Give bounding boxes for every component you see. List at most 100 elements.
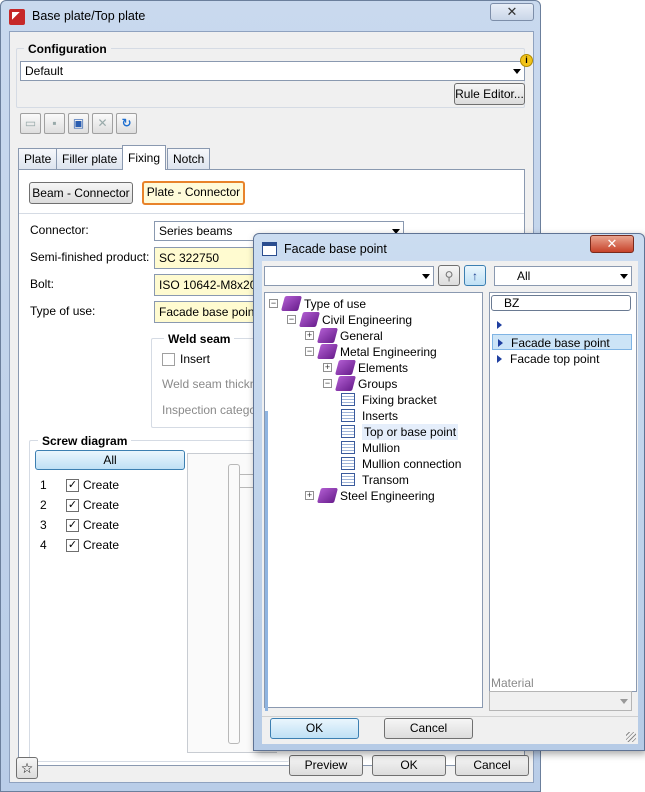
binoculars-icon[interactable]: ⚲ (438, 265, 460, 286)
screw-create-checkbox[interactable]: ✓ (66, 519, 79, 532)
plate-connector-button[interactable]: Plate - Connector (142, 181, 245, 205)
tree-scroll-indicator (265, 411, 268, 711)
ok-button[interactable]: OK (372, 755, 446, 776)
catalog-book-icon (280, 296, 303, 311)
new-config-icon[interactable]: ▭ (20, 113, 41, 134)
catalog-book-icon (334, 360, 357, 375)
screw-create-label: Create (83, 478, 120, 492)
weld-seam-label: Weld seam (164, 332, 235, 346)
tree-node-label: General (340, 329, 383, 343)
dialog-close-button[interactable]: ✕ (590, 235, 634, 253)
weld-insert-checkbox[interactable] (162, 353, 175, 366)
bolt-label: Bolt: (30, 277, 55, 291)
tab-plate[interactable]: Plate (18, 148, 58, 169)
screw-create-checkbox[interactable]: ✓ (66, 499, 79, 512)
filter-value: All (517, 269, 531, 283)
bolt-field[interactable]: ISO 10642-M8x20 (154, 274, 264, 296)
configuration-group-label: Configuration (24, 42, 111, 56)
catalog-book-icon (298, 312, 321, 327)
resize-grip-icon[interactable] (626, 732, 636, 742)
screw-row-number: 1 (40, 478, 47, 492)
table-icon (341, 473, 355, 486)
type-of-use-field[interactable]: Facade base point (154, 301, 264, 323)
screw-create-label: Create (83, 498, 120, 512)
expand-icon[interactable]: + (305, 331, 314, 340)
chevron-down-icon (620, 274, 628, 279)
tree-node-label: Steel Engineering (340, 489, 435, 503)
tree-node-label: Groups (358, 377, 398, 391)
collapse-icon[interactable]: − (287, 315, 296, 324)
table-icon (341, 425, 355, 438)
row-marker-icon (497, 321, 502, 329)
tree-search-combo[interactable] (264, 266, 434, 286)
all-button[interactable]: All (35, 450, 185, 470)
beam-connector-button[interactable]: Beam - Connector (29, 182, 133, 204)
weld-thickness-label: Weld seam thickn (162, 377, 257, 391)
rule-editor-button[interactable]: Rule Editor... (454, 83, 525, 105)
catalog-book-icon (316, 344, 339, 359)
screw-diagram-label: Screw diagram (38, 434, 132, 448)
tree-node-label: Inserts (362, 409, 399, 423)
chevron-down-icon (513, 69, 521, 74)
configuration-select[interactable]: Default (20, 61, 525, 81)
preview-button[interactable]: Preview (289, 755, 363, 776)
cancel-button[interactable]: Cancel (455, 755, 529, 776)
type-of-use-tree[interactable]: − Type of use − Civil Engineering + General − M… (264, 292, 483, 711)
tree-node-label: Type of use (304, 297, 367, 311)
list-item[interactable] (492, 317, 632, 333)
screw-create-label: Create (83, 518, 120, 532)
tab-fixing[interactable]: Fixing (122, 145, 167, 170)
row-marker-icon (497, 355, 502, 363)
list-item[interactable]: Facade base point (492, 334, 632, 350)
tree-node-label: Transom (362, 473, 409, 487)
screw-row-number: 4 (40, 538, 47, 552)
weld-insert-label: Insert (180, 352, 211, 366)
tab-filler-plate[interactable]: Filler plate (56, 148, 124, 169)
screw-create-checkbox[interactable]: ✓ (66, 479, 79, 492)
collapse-icon[interactable]: − (305, 347, 314, 356)
dialog-client-area: ⚲ ↑ All − Type of use − Civil Engineering + G… (262, 261, 638, 744)
chevron-down-icon (422, 274, 430, 279)
tab-notch[interactable]: Notch (167, 148, 211, 169)
list-search-field[interactable]: BZ (491, 295, 631, 311)
info-icon[interactable]: i (520, 54, 533, 67)
save-as-config-icon[interactable]: ▣ (68, 113, 89, 134)
list-item-label: Facade base point (511, 336, 610, 350)
dialog-title: Facade base point (284, 242, 387, 256)
collapse-icon[interactable]: − (323, 379, 332, 388)
material-select[interactable] (489, 691, 632, 711)
bolt-value: ISO 10642-M8x20 (159, 278, 257, 292)
screw-create-checkbox[interactable]: ✓ (66, 539, 79, 552)
collapse-icon[interactable]: − (269, 299, 278, 308)
expand-icon[interactable]: + (305, 491, 314, 500)
table-icon (262, 242, 277, 256)
close-button[interactable]: ✕ (490, 3, 534, 21)
profile-drawing (228, 464, 240, 744)
up-level-icon[interactable]: ↑ (464, 265, 486, 286)
dialog-ok-button[interactable]: OK (270, 718, 359, 739)
catalog-book-icon (334, 376, 357, 391)
table-icon (341, 393, 355, 406)
tree-node-label: Mullion (362, 441, 401, 455)
type-of-use-value: Facade base point (159, 305, 258, 319)
chevron-down-icon (620, 699, 628, 704)
screw-row-number: 3 (40, 518, 47, 532)
table-icon (341, 457, 355, 470)
title-bar[interactable]: Base plate/Top plate ✕ (1, 1, 540, 31)
delete-config-icon[interactable]: ✕ (92, 113, 113, 134)
expand-icon[interactable]: + (323, 363, 332, 372)
dialog-cancel-button[interactable]: Cancel (384, 718, 473, 739)
filter-select[interactable]: All (494, 266, 632, 286)
screw-row-number: 2 (40, 498, 47, 512)
list-item[interactable]: Facade top point (492, 351, 632, 367)
dialog-divider (262, 716, 638, 717)
tree-node-label: Fixing bracket (362, 393, 437, 407)
table-icon (341, 441, 355, 454)
list-item-label: Facade top point (510, 352, 600, 366)
facade-list[interactable]: BZ Facade base point Facade top point (489, 292, 637, 692)
semi-finished-value: SC 322750 (159, 251, 220, 265)
list-search-value: BZ (504, 296, 520, 310)
favorites-star-icon[interactable]: ☆ (16, 757, 38, 779)
save-config-icon[interactable]: ▪ (44, 113, 65, 134)
refresh-icon[interactable]: ↻ (116, 113, 137, 134)
